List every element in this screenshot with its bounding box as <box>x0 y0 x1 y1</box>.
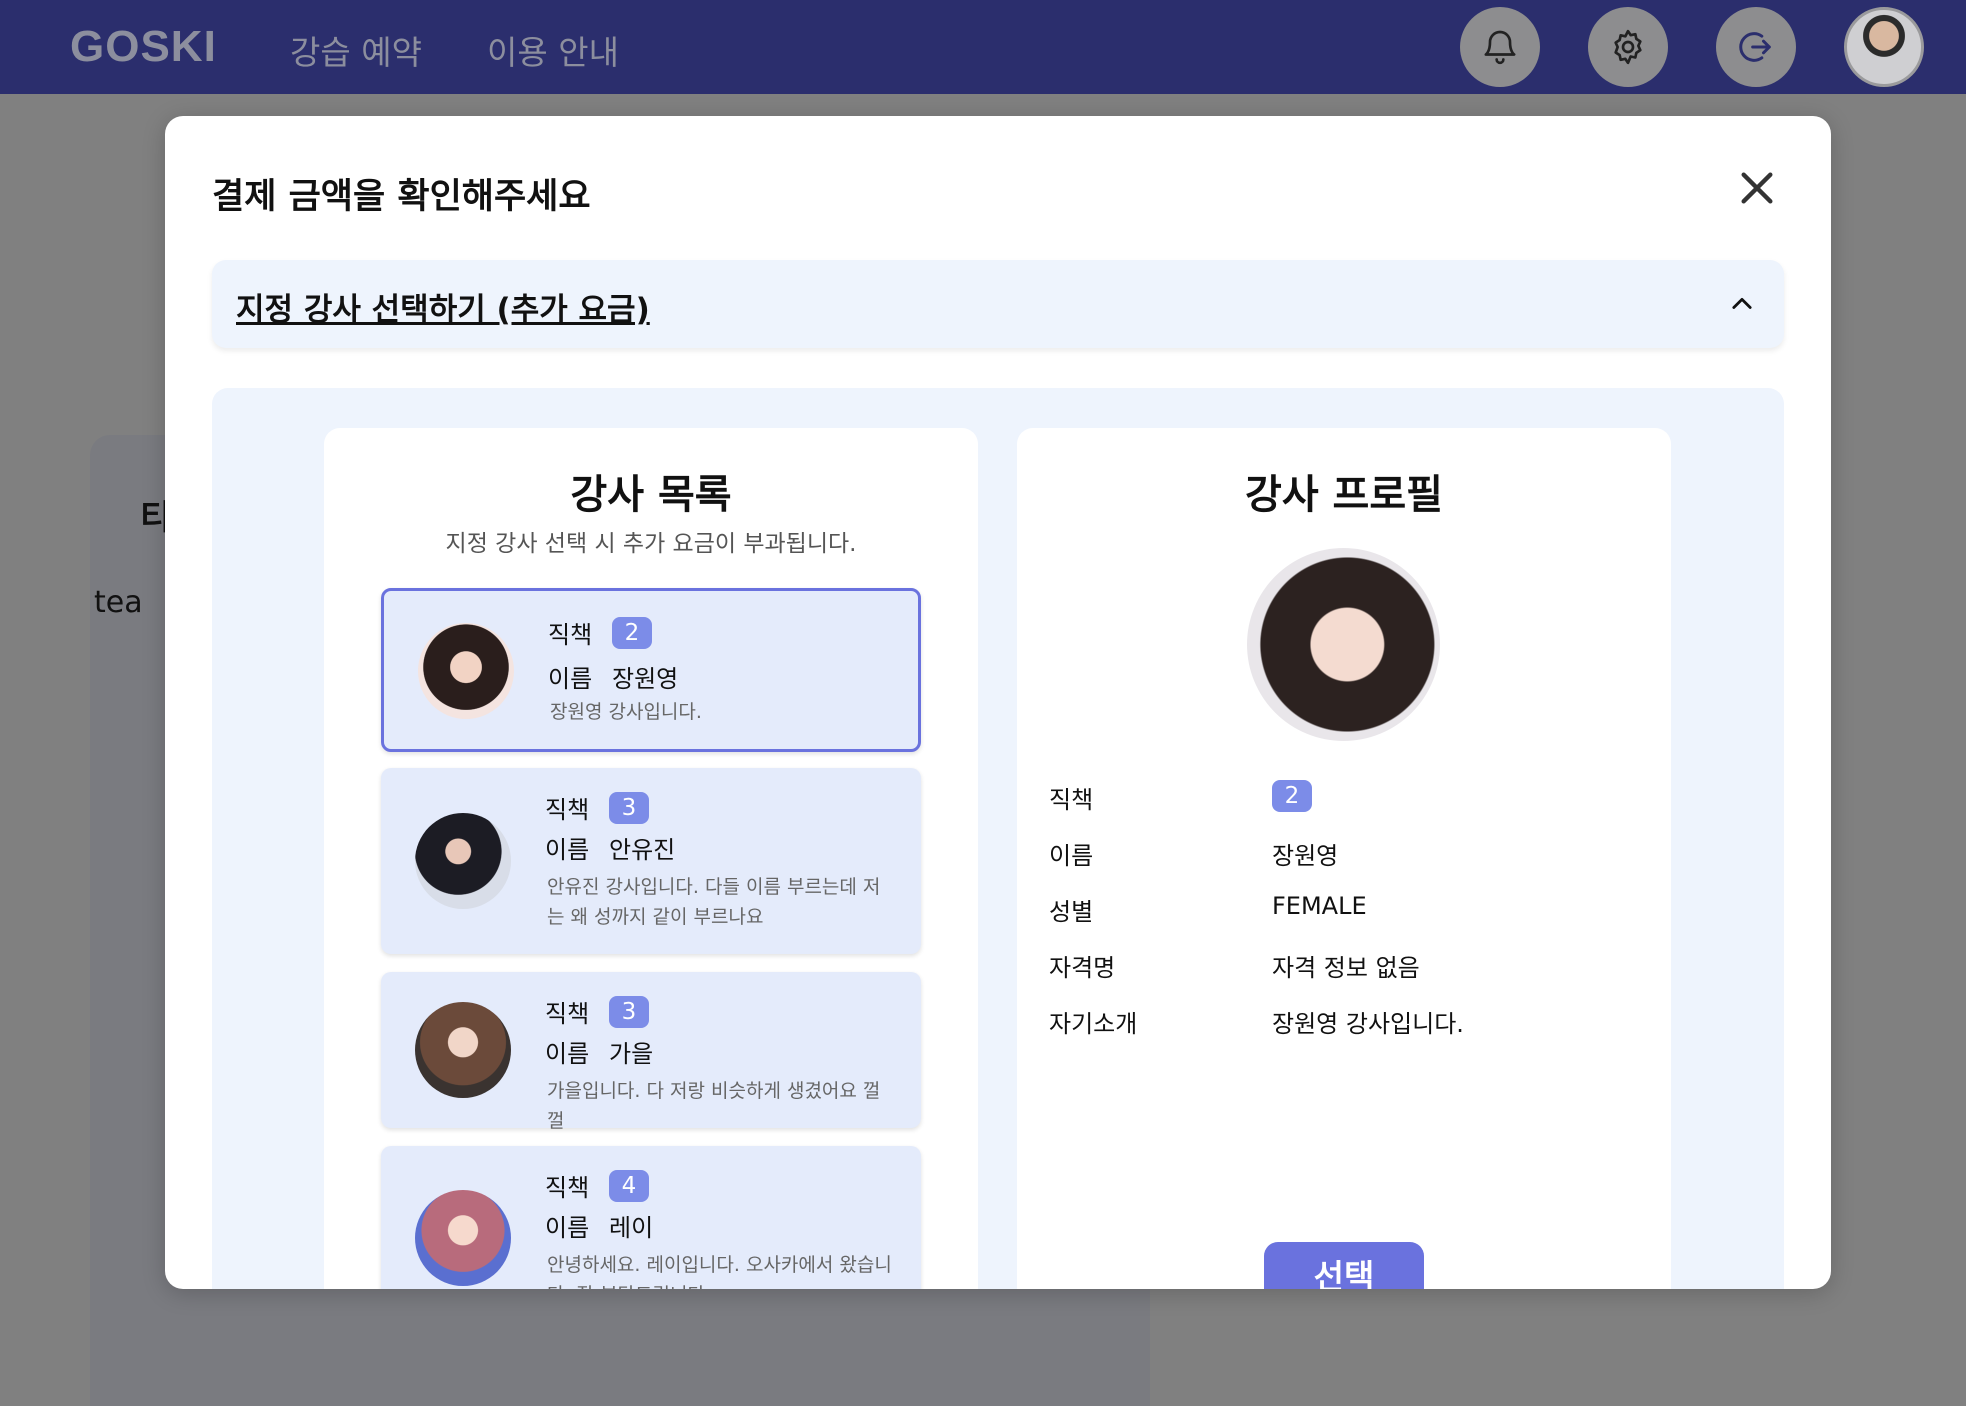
chevron-up-icon <box>1732 297 1752 309</box>
position-badge: 2 <box>612 616 652 649</box>
instructor-select-accordion[interactable]: 지정 강사 선택하기 (추가 요금) <box>212 260 1784 348</box>
name-label: 이름 <box>548 665 593 693</box>
settings-button[interactable] <box>1588 7 1668 87</box>
profile-value: 장원영 강사입니다. <box>1272 1010 1464 1038</box>
instructor-profile-card: 강사 프로필 직책 2 이름 장원영 성별 FEMALE 자격명 자격 정보 없… <box>1017 428 1671 1289</box>
nav-usage-guide[interactable]: 이용 안내 <box>487 26 619 74</box>
instructor-item[interactable]: 직책 4 이름 레이 안녕하세요. 레이입니다. 오사카에서 왔습니다. 잘 부… <box>381 1146 921 1289</box>
logo[interactable]: GOSKI <box>70 22 217 72</box>
name-label: 이름 <box>545 836 590 864</box>
profile-value: 자격 정보 없음 <box>1272 954 1420 982</box>
position-badge: 3 <box>609 995 649 1028</box>
instructor-list-subtitle: 지정 강사 선택 시 추가 요금이 부과됩니다. <box>445 531 857 557</box>
logout-icon <box>1739 32 1771 62</box>
instructor-description: 안녕하세요. 레이입니다. 오사카에서 왔습니다. 잘 부탁드립니다 <box>547 1254 892 1289</box>
position-label: 직책 <box>545 796 590 824</box>
position-badge: 4 <box>609 1169 649 1202</box>
gear-icon <box>1614 29 1642 65</box>
position-label: 직책 <box>545 1174 590 1202</box>
notification-button[interactable] <box>1460 7 1540 87</box>
accordion-panel: 강사 목록 지정 강사 선택 시 추가 요금이 부과됩니다. 직책 2 이름 장… <box>212 388 1784 1289</box>
instructor-name: 장원영 <box>612 665 679 693</box>
instructor-list-card: 강사 목록 지정 강사 선택 시 추가 요금이 부과됩니다. 직책 2 이름 장… <box>324 428 978 1289</box>
nav-lesson-booking[interactable]: 강습 예약 <box>290 26 422 74</box>
profile-label: 이름 <box>1049 842 1094 870</box>
instructor-avatar <box>415 1190 511 1286</box>
position-label: 직책 <box>548 621 593 649</box>
instructor-avatar <box>418 623 514 719</box>
instructor-name: 가을 <box>609 1040 654 1068</box>
profile-title: 강사 프로필 <box>1245 472 1443 518</box>
accordion-label: 지정 강사 선택하기 (추가 요금) <box>236 292 650 328</box>
instructor-item[interactable]: 직책 2 이름 장원영 장원영 강사입니다. <box>381 588 921 752</box>
bell-icon <box>1484 30 1516 65</box>
instructor-description: 안유진 강사입니다. 다들 이름 부르는데 저는 왜 성까지 같이 부르나요 <box>547 876 881 928</box>
close-icon <box>1741 172 1773 204</box>
instructor-name: 레이 <box>609 1214 654 1242</box>
instructor-item[interactable]: 직책 3 이름 가을 가을입니다. 다 저랑 비슷하게 생겼어요 껄껄 <box>381 972 921 1132</box>
profile-label: 직책 <box>1049 786 1094 814</box>
modal-title: 결제 금액을 확인해주세요 <box>212 177 591 217</box>
name-label: 이름 <box>545 1214 590 1242</box>
user-avatar[interactable] <box>1844 7 1924 87</box>
profile-label: 자기소개 <box>1049 1010 1138 1038</box>
instructor-description: 가을입니다. 다 저랑 비슷하게 생겼어요 껄껄 <box>547 1080 881 1132</box>
select-instructor-button[interactable]: 선택 <box>1264 1242 1424 1289</box>
close-button[interactable] <box>1737 168 1777 208</box>
payment-confirm-modal: 결제 금액을 확인해주세요 지정 강사 선택하기 (추가 요금) 강사 목록 지… <box>165 116 1831 1289</box>
instructor-name: 안유진 <box>609 836 676 864</box>
profile-value: FEMALE <box>1272 892 1367 920</box>
instructor-avatar <box>415 1002 511 1098</box>
top-navbar: GOSKI 강습 예약 이용 안내 <box>0 0 1966 94</box>
instructor-item[interactable]: 직책 3 이름 안유진 안유진 강사입니다. 다들 이름 부르는데 저는 왜 성… <box>381 768 921 954</box>
profile-label: 성별 <box>1049 898 1094 926</box>
position-badge: 3 <box>609 791 649 824</box>
instructor-description: 장원영 강사입니다. <box>550 701 702 723</box>
instructor-avatar <box>415 813 511 909</box>
name-label: 이름 <box>545 1040 590 1068</box>
profile-label: 자격명 <box>1049 954 1116 982</box>
instructor-list-title: 강사 목록 <box>570 472 732 518</box>
broken-image-alt: tea <box>94 585 143 620</box>
profile-photo <box>1247 548 1440 741</box>
position-label: 직책 <box>545 1000 590 1028</box>
logout-button[interactable] <box>1716 7 1796 87</box>
profile-position-badge: 2 <box>1272 780 1312 812</box>
profile-value: 장원영 <box>1272 842 1339 870</box>
